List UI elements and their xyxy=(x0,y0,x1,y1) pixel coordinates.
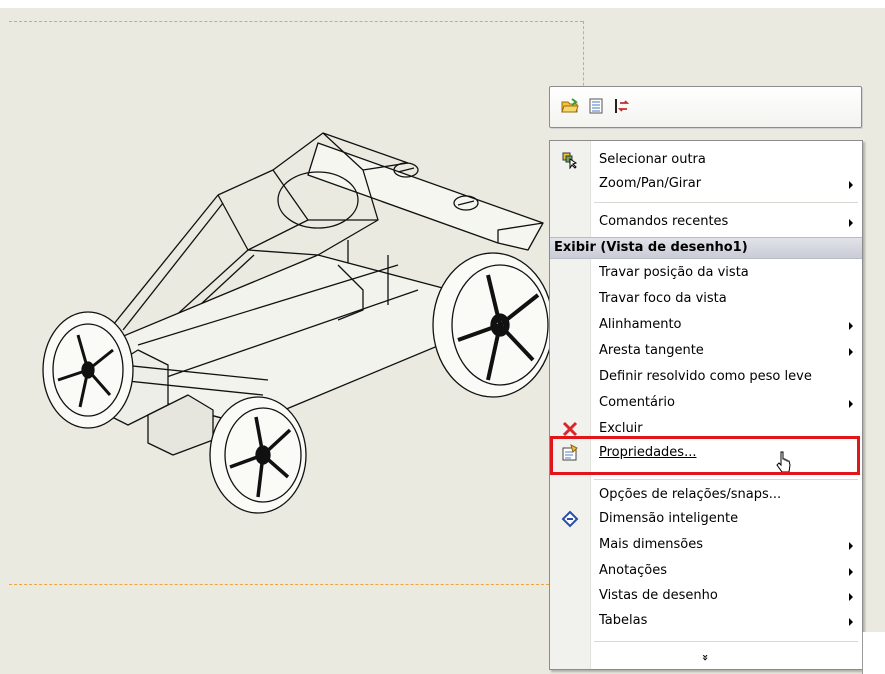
menu-item-label: Definir resolvido como peso leve xyxy=(599,369,812,384)
menu-separator xyxy=(594,479,858,480)
select-other-icon xyxy=(562,152,578,169)
top-strip xyxy=(0,0,885,8)
menu-item-label: Excluir xyxy=(599,421,643,436)
smart-dimension-icon xyxy=(561,510,579,528)
highlight-box xyxy=(550,436,860,475)
swap-icon[interactable] xyxy=(612,96,632,116)
submenu-arrow-icon xyxy=(849,618,853,626)
menu-item-label: Opções de relações/snaps... xyxy=(599,487,782,502)
submenu-arrow-icon xyxy=(849,181,853,189)
submenu-arrow-icon xyxy=(849,593,853,601)
context-toolbar xyxy=(549,86,862,128)
grid-view-icon[interactable] xyxy=(586,96,606,116)
menu-item-label: Zoom/Pan/Girar xyxy=(599,176,702,191)
section-header-label: Exibir (Vista de desenho1) xyxy=(554,240,748,255)
menu-item-label: Travar foco da vista xyxy=(599,291,727,306)
sheet-border-bottom xyxy=(9,584,549,585)
menu-item-definir-resolvido[interactable]: Definir resolvido como peso leve xyxy=(550,365,862,389)
open-folder-icon[interactable] xyxy=(560,96,580,116)
sheet-border xyxy=(9,21,583,22)
wheel-rear xyxy=(432,252,554,398)
submenu-arrow-icon xyxy=(849,400,853,408)
menu-item-selecionar-outra[interactable]: Selecionar outra xyxy=(550,148,862,172)
menu-item-aresta-tangente[interactable]: Aresta tangente xyxy=(550,339,862,363)
submenu-arrow-icon xyxy=(849,219,853,227)
menu-item-label: Comandos recentes xyxy=(599,214,729,229)
menu-item-travar-foco[interactable]: Travar foco da vista xyxy=(550,287,862,311)
menu-item-alinhamento[interactable]: Alinhamento xyxy=(550,313,862,337)
submenu-arrow-icon xyxy=(849,542,853,550)
menu-item-label: Travar posição da vista xyxy=(599,265,749,280)
menu-item-label: Selecionar outra xyxy=(599,152,706,167)
menu-item-label: Anotações xyxy=(599,563,668,578)
wheel-front-right xyxy=(209,396,307,514)
menu-item-dimensao-inteligente[interactable]: Dimensão inteligente xyxy=(550,507,862,531)
menu-item-label: Alinhamento xyxy=(599,317,682,332)
chevron-double-down-icon: » xyxy=(699,653,713,662)
menu-item-anotacoes[interactable]: Anotações xyxy=(550,559,862,583)
expand-menu-button[interactable]: » xyxy=(550,647,862,669)
context-menu: Selecionar outra Zoom/Pan/Girar Comandos… xyxy=(549,140,863,670)
menu-item-label: Aresta tangente xyxy=(599,343,704,358)
menu-item-opcoes-relacoes[interactable]: Opções de relações/snaps... xyxy=(550,483,862,507)
buggy-drawing-view[interactable] xyxy=(18,125,558,515)
menu-item-label: Vistas de desenho xyxy=(599,588,718,603)
menu-item-label: Tabelas xyxy=(599,613,648,628)
submenu-arrow-icon xyxy=(849,348,853,356)
window-edge-fragment xyxy=(862,632,885,674)
menu-item-zoom-pan-girar[interactable]: Zoom/Pan/Girar xyxy=(550,172,862,196)
menu-item-comentario[interactable]: Comentário xyxy=(550,391,862,415)
menu-item-label: Comentário xyxy=(599,395,675,410)
menu-item-travar-posicao[interactable]: Travar posição da vista xyxy=(550,261,862,285)
menu-item-label: Dimensão inteligente xyxy=(599,511,739,526)
menu-item-comandos-recentes[interactable]: Comandos recentes xyxy=(550,210,862,234)
menu-item-label: Mais dimensões xyxy=(599,537,703,552)
submenu-arrow-icon xyxy=(849,322,853,330)
wheel-front-left xyxy=(42,311,134,429)
menu-item-tabelas[interactable]: Tabelas xyxy=(550,609,862,633)
menu-item-mais-dimensoes[interactable]: Mais dimensões xyxy=(550,533,862,557)
menu-section-header: Exibir (Vista de desenho1) xyxy=(550,237,862,259)
menu-separator xyxy=(594,202,858,203)
menu-separator xyxy=(594,641,858,642)
submenu-arrow-icon xyxy=(849,568,853,576)
menu-item-vistas-desenho[interactable]: Vistas de desenho xyxy=(550,584,862,608)
